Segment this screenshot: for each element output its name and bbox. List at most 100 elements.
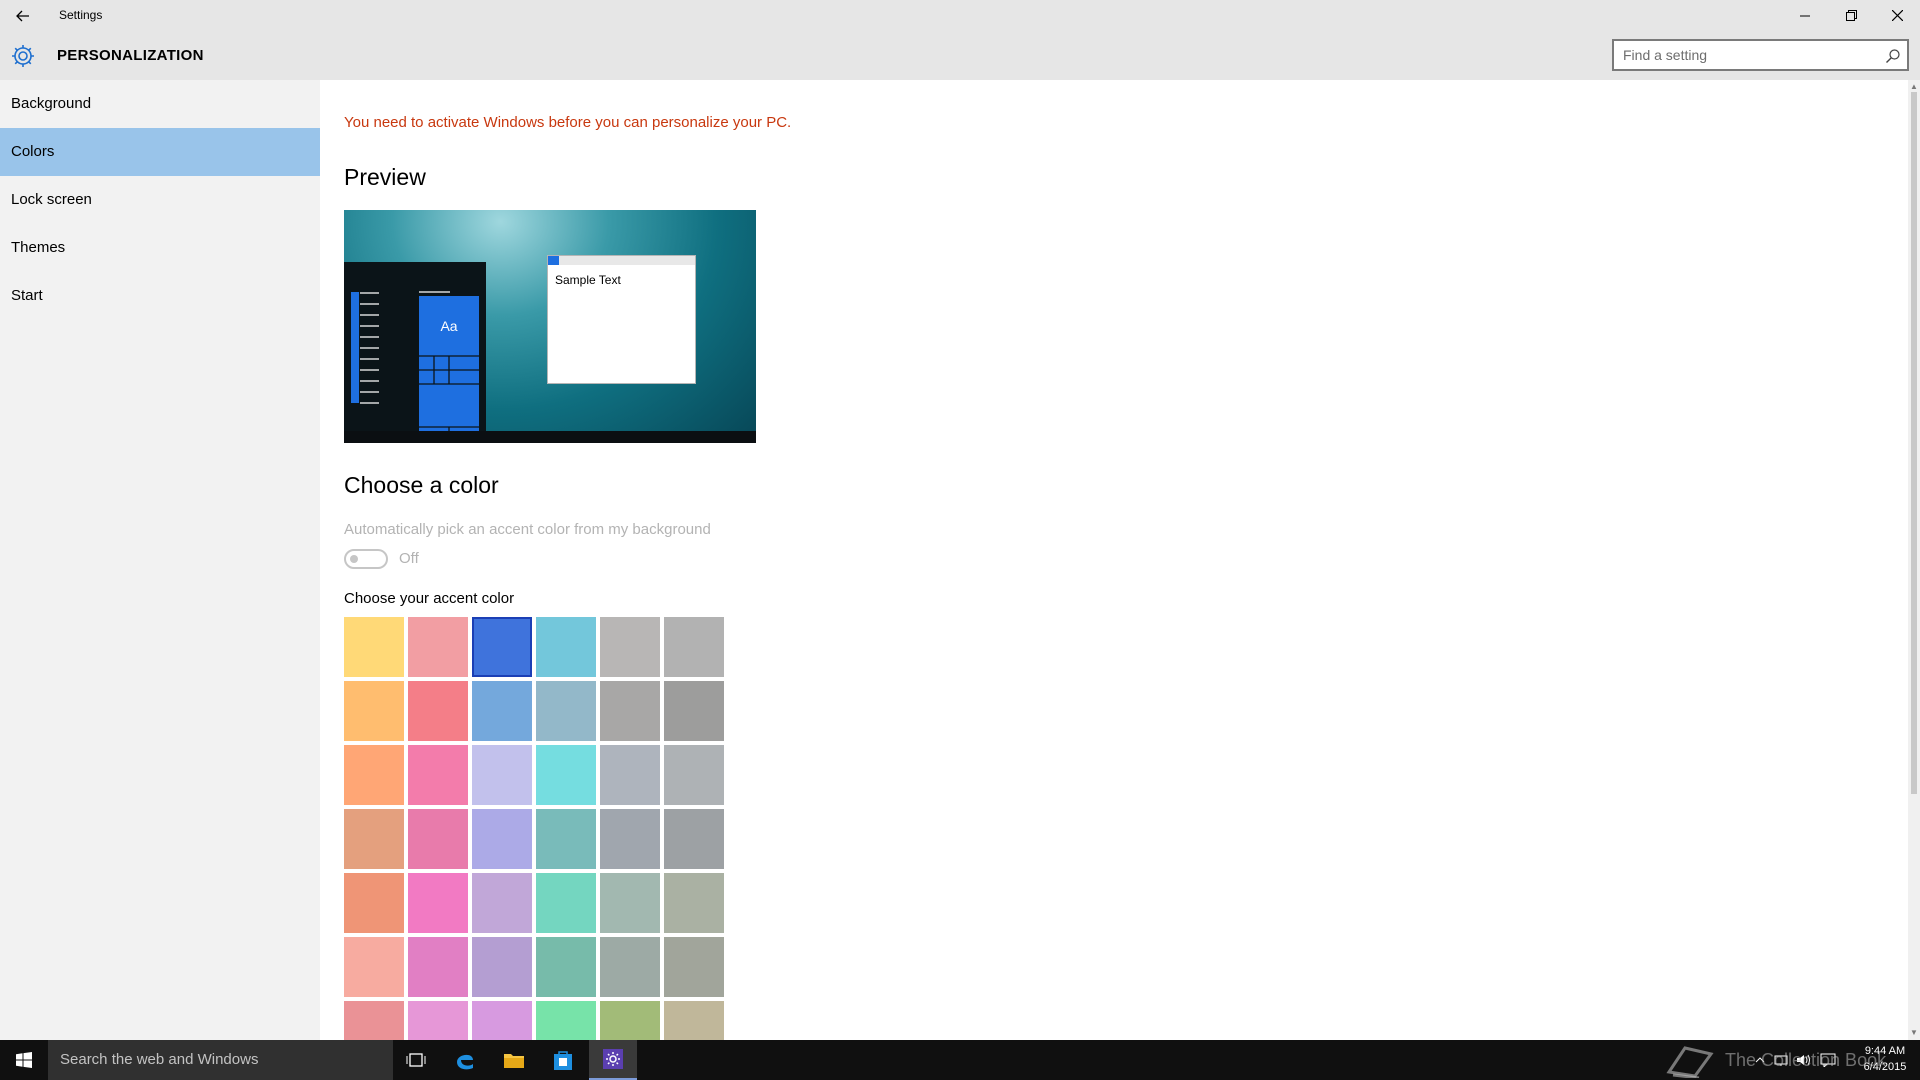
restore-icon — [1845, 10, 1857, 21]
restore-button[interactable] — [1828, 0, 1874, 31]
preview-window: Sample Text — [547, 255, 696, 384]
edge-browser-icon — [457, 1054, 473, 1070]
close-button[interactable] — [1874, 0, 1920, 31]
accent-color-swatch[interactable] — [536, 873, 596, 933]
taskbar-file-explorer[interactable] — [490, 1040, 538, 1080]
accent-color-swatch[interactable] — [664, 937, 724, 997]
watermark-text: The Collection Book — [1725, 1049, 1887, 1070]
store-icon — [554, 1051, 572, 1070]
accent-color-swatch[interactable] — [344, 873, 404, 933]
toggle-knob — [350, 555, 358, 563]
sidebar-item-themes[interactable]: Themes — [0, 224, 320, 272]
accent-color-swatch[interactable] — [408, 745, 468, 805]
find-setting-search[interactable] — [1612, 39, 1909, 71]
scroll-up-icon[interactable]: ▲ — [1908, 82, 1920, 92]
sidebar-item-colors[interactable]: Colors — [0, 128, 320, 176]
accent-color-swatch[interactable] — [536, 809, 596, 869]
accent-color-swatch[interactable] — [344, 809, 404, 869]
accent-color-swatch[interactable] — [664, 809, 724, 869]
accent-color-swatch[interactable] — [344, 681, 404, 741]
theme-preview: Aa Sample Text — [344, 210, 756, 443]
minimize-button[interactable] — [1782, 0, 1828, 31]
task-view-icon — [406, 1053, 426, 1067]
watermark: The Collection Book — [1665, 1040, 1886, 1080]
preview-heading: Preview — [344, 164, 426, 190]
start-button[interactable] — [0, 1040, 48, 1080]
taskbar-store[interactable] — [539, 1040, 587, 1080]
accent-color-swatch[interactable] — [472, 617, 532, 677]
accent-color-swatch[interactable] — [536, 1001, 596, 1040]
accent-color-swatch[interactable] — [664, 681, 724, 741]
accent-color-swatch[interactable] — [600, 809, 660, 869]
accent-color-swatch[interactable] — [472, 745, 532, 805]
title-bar: Settings — [0, 0, 1920, 31]
preview-taskbar — [344, 431, 756, 443]
scroll-thumb[interactable] — [1911, 92, 1917, 794]
accent-color-swatch[interactable] — [600, 873, 660, 933]
page-header: PERSONALIZATION — [0, 31, 1920, 80]
accent-color-swatch[interactable] — [344, 937, 404, 997]
gear-icon — [12, 45, 34, 67]
book-logo-icon — [1666, 1046, 1714, 1078]
accent-color-swatch[interactable] — [664, 745, 724, 805]
accent-color-swatch[interactable] — [600, 937, 660, 997]
auto-pick-toggle[interactable] — [344, 549, 388, 569]
preview-sample-text: Sample Text — [555, 273, 621, 287]
preview-window-accent — [548, 256, 559, 265]
sidebar-item-lock-screen[interactable]: Lock screen — [0, 176, 320, 224]
accent-color-swatch[interactable] — [472, 873, 532, 933]
accent-color-swatch[interactable] — [472, 937, 532, 997]
accent-color-swatch[interactable] — [536, 745, 596, 805]
accent-color-swatch[interactable] — [536, 681, 596, 741]
settings-gear-icon — [603, 1049, 623, 1069]
window-title: Settings — [59, 8, 103, 22]
taskbar-edge[interactable] — [441, 1040, 489, 1080]
accent-color-swatch[interactable] — [408, 809, 468, 869]
accent-color-swatch[interactable] — [408, 873, 468, 933]
folder-icon — [504, 1054, 524, 1068]
accent-color-swatch[interactable] — [472, 681, 532, 741]
accent-color-swatch[interactable] — [344, 1001, 404, 1040]
accent-color-swatch[interactable] — [664, 873, 724, 933]
accent-color-swatch[interactable] — [536, 937, 596, 997]
accent-color-label: Choose your accent color — [344, 590, 515, 607]
windows-logo-icon — [16, 1052, 32, 1068]
accent-color-swatch[interactable] — [600, 745, 660, 805]
accent-color-swatch[interactable] — [408, 937, 468, 997]
vertical-scrollbar[interactable]: ▲ ▼ — [1908, 80, 1920, 1040]
taskbar-settings[interactable] — [589, 1040, 637, 1080]
page-title: PERSONALIZATION — [57, 47, 204, 64]
accent-color-swatch[interactable] — [472, 1001, 532, 1040]
accent-color-swatch[interactable] — [536, 617, 596, 677]
search-icon[interactable] — [1885, 48, 1901, 64]
back-arrow-icon — [16, 10, 29, 21]
accent-color-swatch[interactable] — [344, 745, 404, 805]
sidebar-item-background[interactable]: Background — [0, 80, 320, 128]
auto-pick-label: Automatically pick an accent color from … — [344, 521, 711, 538]
scroll-down-icon[interactable]: ▼ — [1908, 1028, 1920, 1038]
sidebar-item-start[interactable]: Start — [0, 272, 320, 320]
taskbar-search[interactable]: Search the web and Windows — [48, 1040, 393, 1080]
accent-color-swatch[interactable] — [408, 1001, 468, 1040]
accent-color-swatch[interactable] — [600, 681, 660, 741]
main-content: You need to activate Windows before you … — [320, 80, 1908, 1040]
search-input[interactable] — [1614, 41, 1874, 69]
back-button[interactable] — [8, 0, 38, 31]
auto-pick-state: Off — [399, 550, 419, 567]
taskbar: Search the web and Windows 9:44 AM 6/4/2… — [0, 1040, 1920, 1080]
preview-window-titlebar — [548, 256, 695, 265]
preview-tile-text: Aa — [440, 317, 458, 334]
accent-color-swatch[interactable] — [472, 809, 532, 869]
preview-start-menu: Aa — [344, 262, 486, 443]
accent-color-swatch[interactable] — [344, 617, 404, 677]
accent-color-swatch[interactable] — [600, 617, 660, 677]
accent-color-swatch[interactable] — [664, 617, 724, 677]
accent-color-swatch[interactable] — [408, 681, 468, 741]
activation-warning: You need to activate Windows before you … — [344, 114, 792, 131]
accent-color-swatch[interactable] — [664, 1001, 724, 1040]
sidebar: Background Colors Lock screen Themes Sta… — [0, 80, 320, 1040]
accent-color-swatch[interactable] — [600, 1001, 660, 1040]
choose-color-heading: Choose a color — [344, 472, 499, 498]
accent-color-swatch[interactable] — [408, 617, 468, 677]
task-view-button[interactable] — [392, 1040, 440, 1080]
